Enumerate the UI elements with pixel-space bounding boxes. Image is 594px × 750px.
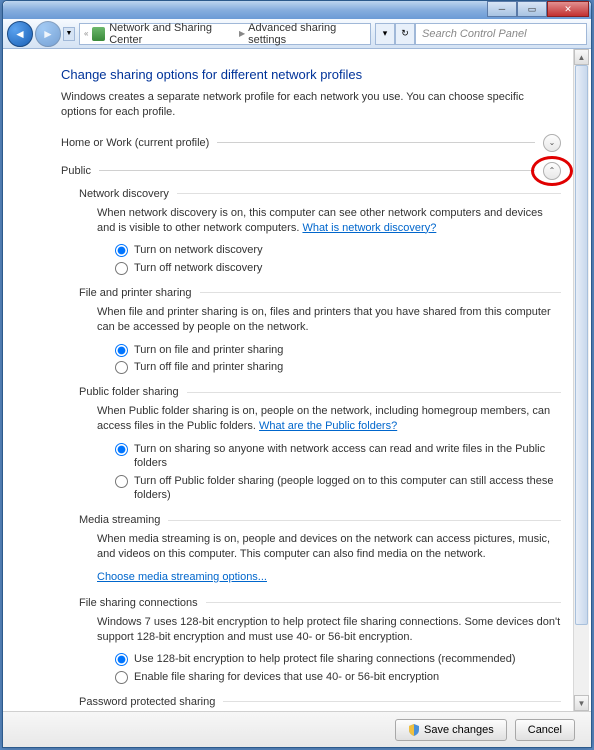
section-network-discovery: Network discovery When network discovery…	[79, 188, 561, 275]
cancel-label: Cancel	[528, 724, 562, 736]
minimize-button[interactable]: ─	[487, 1, 517, 17]
section-title: Media streaming	[79, 514, 160, 526]
chevron-left-icon: «	[84, 29, 88, 38]
footer: Save changes Cancel	[3, 711, 591, 747]
page-title: Change sharing options for different net…	[61, 67, 561, 82]
content-area: Change sharing options for different net…	[3, 49, 591, 711]
radio-pubfolder-on[interactable]: Turn on sharing so anyone with network a…	[115, 442, 561, 471]
nav-history-dropdown[interactable]: ▼	[63, 27, 75, 41]
save-changes-button[interactable]: Save changes	[395, 719, 507, 741]
section-title: Public folder sharing	[79, 386, 179, 398]
maximize-button[interactable]: ▭	[517, 1, 547, 17]
forward-button[interactable]: ►	[35, 21, 61, 47]
section-password-protected-sharing: Password protected sharing When password…	[79, 696, 561, 711]
section-file-sharing-connections: File sharing connections Windows 7 uses …	[79, 597, 561, 684]
profile-public-header[interactable]: Public ⌃	[61, 162, 561, 180]
shield-icon	[408, 724, 420, 736]
section-title: File sharing connections	[79, 597, 198, 609]
section-file-printer-sharing: File and printer sharing When file and p…	[79, 287, 561, 374]
divider	[217, 142, 535, 143]
breadcrumb-current[interactable]: Advanced sharing settings	[248, 22, 366, 46]
address-dropdown[interactable]: ▾	[375, 23, 395, 45]
control-panel-icon	[92, 27, 105, 41]
section-description: When Public folder sharing is on, people…	[97, 404, 561, 434]
link-public-folders[interactable]: What are the Public folders?	[259, 420, 397, 432]
section-media-streaming: Media streaming When media streaming is …	[79, 514, 561, 585]
radio-fileconn-128[interactable]: Use 128-bit encryption to help protect f…	[115, 652, 561, 666]
address-bar[interactable]: « Network and Sharing Center ▶ Advanced …	[79, 23, 371, 45]
divider	[99, 170, 535, 171]
section-description: When media streaming is on, people and d…	[97, 532, 561, 562]
navbar: ◄ ► ▼ « Network and Sharing Center ▶ Adv…	[3, 19, 591, 49]
radio-fileprint-on[interactable]: Turn on file and printer sharing	[115, 343, 561, 357]
radio-fileconn-40[interactable]: Enable file sharing for devices that use…	[115, 670, 561, 684]
profile-public-label: Public	[61, 165, 91, 177]
back-button[interactable]: ◄	[7, 21, 33, 47]
search-input[interactable]: Search Control Panel	[415, 23, 587, 45]
scroll-thumb[interactable]	[575, 65, 588, 625]
scroll-up-button[interactable]: ▲	[574, 49, 589, 65]
section-description: When network discovery is on, this compu…	[97, 206, 561, 236]
section-public-folder-sharing: Public folder sharing When Public folder…	[79, 386, 561, 502]
cancel-button[interactable]: Cancel	[515, 719, 575, 741]
search-placeholder: Search Control Panel	[422, 28, 527, 40]
radio-pubfolder-off[interactable]: Turn off Public folder sharing (people l…	[115, 474, 561, 503]
link-what-is-network-discovery[interactable]: What is network discovery?	[302, 222, 436, 234]
breadcrumb-separator-icon: ▶	[239, 29, 245, 38]
section-title: Password protected sharing	[79, 696, 215, 708]
link-media-streaming-options[interactable]: Choose media streaming options...	[97, 571, 267, 583]
close-button[interactable]: ✕	[547, 1, 589, 17]
radio-fileprint-off[interactable]: Turn off file and printer sharing	[115, 360, 561, 374]
radio-netdisc-off[interactable]: Turn off network discovery	[115, 261, 561, 275]
breadcrumb-parent[interactable]: Network and Sharing Center	[109, 22, 236, 46]
section-title: File and printer sharing	[79, 287, 192, 299]
profile-home-header[interactable]: Home or Work (current profile) ⌄	[61, 134, 561, 152]
chevron-down-icon[interactable]: ⌄	[543, 134, 561, 152]
section-title: Network discovery	[79, 188, 169, 200]
scrollbar[interactable]: ▲ ▼	[573, 49, 589, 711]
save-label: Save changes	[424, 724, 494, 736]
chevron-up-icon[interactable]: ⌃	[543, 162, 561, 180]
titlebar: ─ ▭ ✕	[3, 1, 591, 19]
radio-netdisc-on[interactable]: Turn on network discovery	[115, 243, 561, 257]
refresh-button[interactable]: ↻	[395, 23, 415, 45]
control-panel-window: ─ ▭ ✕ ◄ ► ▼ « Network and Sharing Center…	[2, 0, 592, 748]
scroll-down-button[interactable]: ▼	[574, 695, 589, 711]
section-description: Windows 7 uses 128-bit encryption to hel…	[97, 615, 561, 645]
profile-home-label: Home or Work (current profile)	[61, 137, 209, 149]
section-description: When file and printer sharing is on, fil…	[97, 305, 561, 335]
page-description: Windows creates a separate network profi…	[61, 90, 561, 120]
